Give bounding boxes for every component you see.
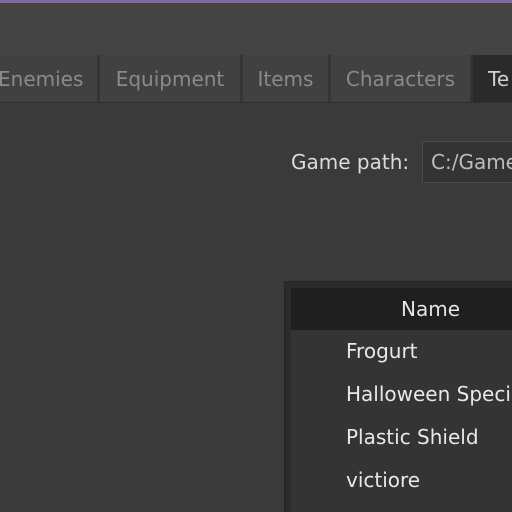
name-list-panel: Name Frogurt Halloween Speci Plastic Shi…	[284, 281, 512, 512]
toolbar-area	[0, 3, 512, 55]
game-path-label: Game path:	[291, 150, 410, 174]
app-window: Enemies Equipment Items Characters Te Ga…	[0, 0, 512, 512]
tab-te[interactable]: Te	[473, 55, 512, 102]
list-item[interactable]: Halloween Speci	[291, 373, 512, 416]
column-header-name[interactable]: Name	[291, 288, 512, 330]
list-item[interactable]: Plastic Shield	[291, 416, 512, 459]
tab-characters[interactable]: Characters	[331, 55, 473, 102]
tab-enemies[interactable]: Enemies	[0, 55, 100, 102]
name-list: Name Frogurt Halloween Speci Plastic Shi…	[291, 288, 512, 512]
tab-items[interactable]: Items	[243, 55, 331, 102]
tab-equipment[interactable]: Equipment	[100, 55, 243, 102]
list-item[interactable]: victiore	[291, 459, 512, 502]
list-item[interactable]: Frogurt	[291, 330, 512, 373]
tab-bar: Enemies Equipment Items Characters Te	[0, 55, 512, 103]
game-path-input[interactable]: C:/Game	[422, 141, 512, 183]
